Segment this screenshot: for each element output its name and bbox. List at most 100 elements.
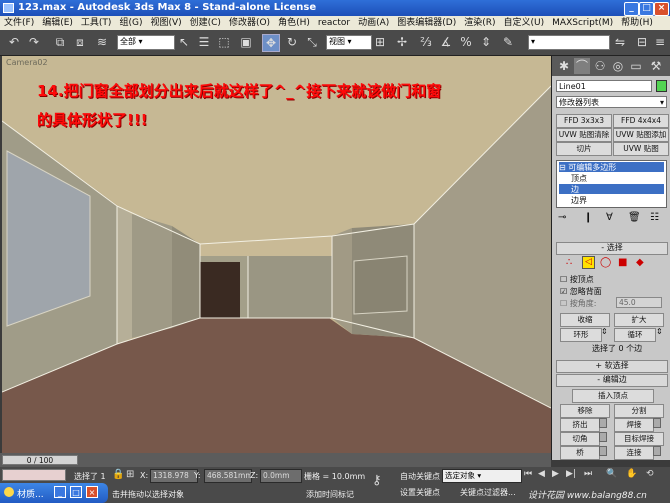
- key-mode-dropdown[interactable]: 选定对象 ▾: [442, 469, 522, 483]
- taskbar-restore-icon[interactable]: □: [70, 486, 82, 498]
- align-icon[interactable]: ⊟: [634, 34, 650, 50]
- y-coordinate-field[interactable]: 468.581mm: [204, 469, 252, 483]
- ring-spinner-icon[interactable]: ⇕: [601, 327, 608, 336]
- viewport-label[interactable]: Camera02: [6, 58, 48, 67]
- select-by-name-icon[interactable]: ☰: [196, 34, 212, 50]
- bind-space-warp-icon[interactable]: ≋: [94, 34, 110, 50]
- taskbar-minimize-icon[interactable]: _: [54, 486, 66, 498]
- angle-snap-icon[interactable]: ∡: [438, 34, 454, 50]
- menu-tools[interactable]: 工具(T): [77, 16, 116, 30]
- slice-button[interactable]: 切片: [556, 142, 612, 156]
- maximize-button[interactable]: □: [639, 2, 654, 16]
- remove-modifier-icon[interactable]: 🗑: [628, 212, 641, 223]
- selection-rollout-header[interactable]: - 选择: [556, 242, 668, 255]
- menu-graph-editors[interactable]: 图表编辑器(D): [393, 16, 460, 30]
- window-crossing-icon[interactable]: ▣: [238, 34, 254, 50]
- chamfer-settings-icon[interactable]: [599, 432, 607, 442]
- pan-icon[interactable]: ✋: [626, 469, 637, 479]
- add-time-tag[interactable]: 添加时间标记: [306, 489, 354, 500]
- menu-animation[interactable]: 动画(A): [354, 16, 393, 30]
- goto-end-icon[interactable]: ⏭: [584, 469, 592, 479]
- utilities-tab-icon[interactable]: ⚒: [648, 58, 664, 74]
- set-key-icon[interactable]: ⚷: [372, 473, 392, 493]
- weld-button[interactable]: 焊接: [614, 418, 654, 432]
- orbit-icon[interactable]: ⟲: [646, 469, 654, 479]
- polygon-level-icon[interactable]: ■: [618, 257, 627, 268]
- absolute-mode-icon[interactable]: ⊞: [126, 469, 134, 480]
- named-selection-icon[interactable]: ✎: [500, 34, 516, 50]
- connect-settings-icon[interactable]: [653, 446, 661, 456]
- menu-file[interactable]: 文件(F): [0, 16, 38, 30]
- border-level-icon[interactable]: ◯: [600, 257, 611, 268]
- stack-edge[interactable]: 边: [559, 184, 664, 194]
- object-name-field[interactable]: Line01: [556, 80, 652, 92]
- key-filters-button[interactable]: 关键点过滤器...: [460, 487, 516, 498]
- configure-modifier-sets-icon[interactable]: ☷: [650, 212, 659, 223]
- menu-group[interactable]: 组(G): [115, 16, 146, 30]
- auto-key-button[interactable]: 自动关键点: [400, 471, 440, 482]
- angle-spinner[interactable]: 45.0: [616, 297, 662, 308]
- reference-coordinate-dropdown[interactable]: 视图 ▾: [326, 35, 372, 50]
- loop-button[interactable]: 循环: [614, 328, 656, 342]
- menu-customize[interactable]: 自定义(U): [500, 16, 549, 30]
- extrude-settings-icon[interactable]: [599, 418, 607, 428]
- select-manipulate-icon[interactable]: ✢: [394, 34, 410, 50]
- chamfer-button[interactable]: 切角: [560, 432, 600, 446]
- next-frame-icon[interactable]: ▶|: [566, 469, 576, 479]
- time-slider[interactable]: 0 / 100: [2, 455, 78, 465]
- uvw-map-button[interactable]: UVW 贴图: [613, 142, 669, 156]
- menu-reactor[interactable]: reactor: [314, 16, 354, 30]
- layer-manager-icon[interactable]: ≡: [652, 34, 668, 50]
- modifier-list-dropdown[interactable]: 修改器列表 ▾: [556, 96, 667, 108]
- edit-edges-rollout-header[interactable]: - 编辑边: [556, 374, 668, 387]
- pivot-center-icon[interactable]: ⊞: [372, 34, 388, 50]
- taskbar-material-editor[interactable]: 材质... _ □ ×: [0, 483, 108, 503]
- x-coordinate-field[interactable]: 1318.978: [150, 469, 198, 483]
- named-selection-sets-dropdown[interactable]: ▾: [528, 35, 610, 50]
- extrude-button[interactable]: 挤出: [560, 418, 600, 432]
- menu-help[interactable]: 帮助(H): [617, 16, 657, 30]
- lock-selection-icon[interactable]: 🔒: [112, 469, 124, 480]
- ffd-444-button[interactable]: FFD 4x4x4: [613, 114, 669, 128]
- select-object-icon[interactable]: ↖: [176, 34, 192, 50]
- redo-icon[interactable]: ↷: [26, 34, 42, 50]
- target-weld-button[interactable]: 目标焊接: [614, 432, 664, 446]
- create-tab-icon[interactable]: ✱: [556, 58, 572, 74]
- loop-spinner-icon[interactable]: ⇕: [656, 327, 663, 336]
- insert-vertex-button[interactable]: 插入顶点: [572, 389, 654, 403]
- hierarchy-tab-icon[interactable]: ⚇: [592, 58, 608, 74]
- bridge-settings-icon[interactable]: [599, 446, 607, 456]
- camera-viewport[interactable]: Camera02 14.把门窗全部划分出来后就这样了^_^接下来就该做门和窗 的…: [2, 56, 551, 453]
- grow-button[interactable]: 扩大: [614, 313, 664, 327]
- edge-level-icon[interactable]: ◁: [582, 256, 595, 269]
- taskbar-close-icon[interactable]: ×: [86, 486, 98, 498]
- stack-vertex[interactable]: 顶点: [571, 173, 587, 184]
- z-coordinate-field[interactable]: 0.0mm: [260, 469, 302, 483]
- by-vertex-checkbox[interactable]: ☐ 按顶点: [560, 274, 594, 285]
- mirror-icon[interactable]: ⇋: [612, 34, 628, 50]
- bridge-button[interactable]: 桥: [560, 446, 600, 460]
- ring-button[interactable]: 环形: [560, 328, 602, 342]
- play-icon[interactable]: ▶: [552, 469, 559, 479]
- display-tab-icon[interactable]: ▭: [628, 58, 644, 74]
- element-level-icon[interactable]: ◆: [636, 257, 644, 268]
- close-button[interactable]: ×: [654, 2, 669, 16]
- vertex-level-icon[interactable]: ∴: [566, 257, 572, 268]
- menu-character[interactable]: 角色(H): [274, 16, 314, 30]
- menu-rendering[interactable]: 渲染(R): [460, 16, 499, 30]
- select-and-rotate-icon[interactable]: ↻: [284, 34, 300, 50]
- stack-border[interactable]: 边界: [571, 195, 587, 206]
- goto-start-icon[interactable]: ⏮: [524, 469, 532, 479]
- stack-editable-poly[interactable]: ⊟ 可编辑多边形: [559, 162, 664, 172]
- snap-toggle-icon[interactable]: ⅔: [418, 34, 434, 50]
- rectangular-selection-icon[interactable]: ⬚: [216, 34, 232, 50]
- uvw-clear-button[interactable]: UVW 贴图清除: [556, 128, 612, 142]
- set-key-button[interactable]: 设置关键点: [400, 487, 440, 498]
- motion-tab-icon[interactable]: ◎: [610, 58, 626, 74]
- weld-settings-icon[interactable]: [653, 418, 661, 428]
- select-and-move-icon[interactable]: ✥: [262, 34, 280, 52]
- menu-create[interactable]: 创建(C): [186, 16, 225, 30]
- remove-button[interactable]: 移除: [560, 404, 610, 418]
- percent-snap-icon[interactable]: %: [458, 34, 474, 50]
- prev-frame-icon[interactable]: ◀: [538, 469, 545, 479]
